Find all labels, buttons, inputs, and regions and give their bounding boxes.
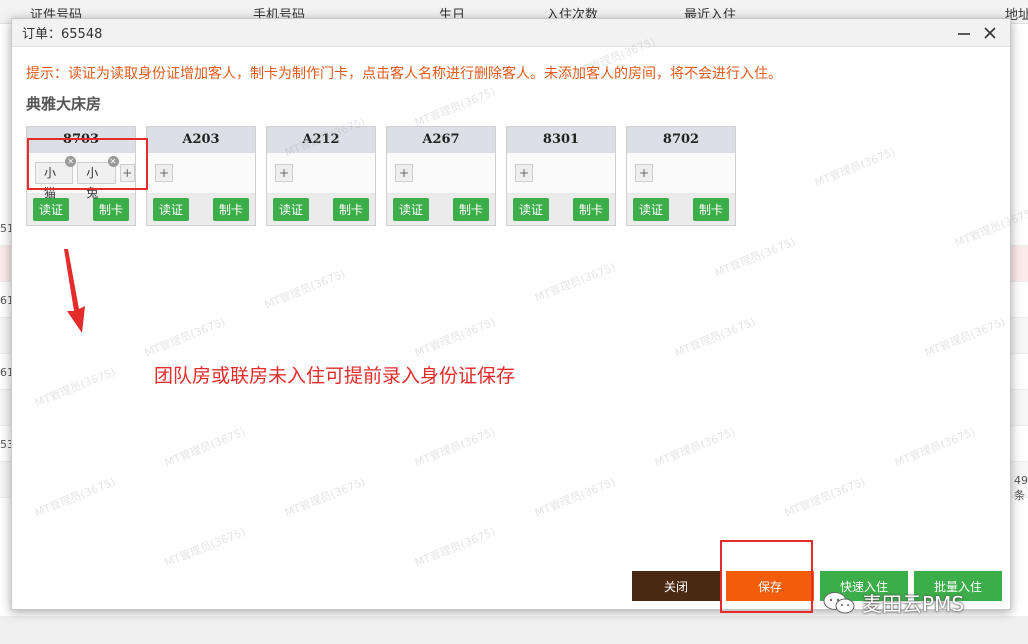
room-actions: 读证 制卡 [147, 193, 255, 225]
close-icon[interactable] [980, 23, 1000, 43]
room-card: 8301 + 读证 制卡 [506, 126, 616, 226]
read-id-button[interactable]: 读证 [393, 197, 430, 221]
guest-area: + [267, 153, 375, 193]
watermark: MT管理员(3675) [412, 85, 498, 130]
read-id-button[interactable]: 读证 [273, 197, 310, 221]
watermark: MT管理员(3675) [532, 260, 618, 305]
guest-area: + [507, 153, 615, 193]
record-count-fragment: 49 条 [1014, 474, 1028, 502]
checkin-dialog: 订单：65548 提示：读证为读取身份证增加客人，制卡为制作门卡，点击客人名称进… [11, 18, 1028, 613]
read-id-button[interactable]: 读证 [633, 197, 670, 221]
room-type-title: 典雅大床房 [26, 95, 102, 113]
guest-area: + [147, 153, 255, 193]
wechat-icon [823, 591, 855, 613]
watermark: MT管理员(3675) [142, 315, 228, 360]
wechat-label: 麦田云PMS [862, 592, 965, 616]
arrow-down-icon [64, 249, 85, 333]
background-footer [0, 616, 1028, 644]
room-actions: 读证 制卡 [267, 193, 375, 225]
watermark: MT管理员(3675) [262, 267, 348, 312]
add-guest-button[interactable]: + [515, 164, 533, 182]
room-number: 8301 [507, 127, 615, 153]
make-card-button[interactable]: 制卡 [332, 197, 369, 221]
dialog-title-bar: 订单：65548 [12, 19, 1010, 47]
watermark: MT管理员(3675) [162, 525, 248, 570]
highlight-box [27, 138, 148, 190]
watermark: MT管理员(3675) [812, 145, 898, 190]
watermark: MT管理员(3675) [32, 475, 118, 520]
room-number: 8702 [627, 127, 735, 153]
room-card: A212 + 读证 制卡 [266, 126, 376, 226]
make-card-button[interactable]: 制卡 [92, 197, 129, 221]
room-number: A212 [267, 127, 375, 153]
read-id-button[interactable]: 读证 [513, 197, 550, 221]
watermark: MT管理员(3675) [922, 315, 1008, 360]
add-guest-button[interactable]: + [395, 164, 413, 182]
watermark: MT管理员(3675) [282, 475, 368, 520]
watermark: MT管理员(3675) [32, 365, 118, 410]
room-number: A203 [147, 127, 255, 153]
watermark: MT管理员(3675) [712, 235, 798, 280]
make-card-button[interactable]: 制卡 [572, 197, 609, 221]
room-actions: 读证 制卡 [387, 193, 495, 225]
watermark: MT管理员(3675) [892, 425, 978, 470]
watermark: MT管理员(3675) [532, 475, 618, 520]
guest-area: + [627, 153, 735, 193]
room-card: A267 + 读证 制卡 [386, 126, 496, 226]
make-card-button[interactable]: 制卡 [212, 197, 249, 221]
tip-text: 提示：读证为读取身份证增加客人，制卡为制作门卡，点击客人名称进行删除客人。未添加… [26, 66, 782, 82]
room-number: A267 [387, 127, 495, 153]
guest-area: + [387, 153, 495, 193]
watermark: MT管理员(3675) [672, 315, 758, 360]
add-guest-button[interactable]: + [155, 164, 173, 182]
highlight-box [720, 540, 813, 613]
room-card: 8702 + 读证 制卡 [626, 126, 736, 226]
watermark: MT管理员(3675) [162, 425, 248, 470]
room-actions: 读证 制卡 [507, 193, 615, 225]
read-id-button[interactable]: 读证 [153, 197, 190, 221]
watermark: MT管理员(3675) [652, 425, 738, 470]
dialog-title: 订单：65548 [22, 27, 103, 42]
make-card-button[interactable]: 制卡 [452, 197, 489, 221]
room-actions: 读证 制卡 [627, 193, 735, 225]
add-guest-button[interactable]: + [635, 164, 653, 182]
watermark: MT管理员(3675) [412, 315, 498, 360]
watermark: MT管理员(3675) [412, 525, 498, 570]
watermark: MT管理员(3675) [412, 425, 498, 470]
annotation-text: 团队房或联房未入住可提前录入身份证保存 [154, 365, 516, 387]
make-card-button[interactable]: 制卡 [692, 197, 729, 221]
close-button[interactable]: 关闭 [632, 571, 720, 601]
wechat-brand: 麦田云PMS [822, 588, 964, 617]
room-card: A203 + 读证 制卡 [146, 126, 256, 226]
watermark: MT管理员(3675) [782, 475, 868, 520]
minimize-icon[interactable] [954, 23, 974, 43]
add-guest-button[interactable]: + [275, 164, 293, 182]
